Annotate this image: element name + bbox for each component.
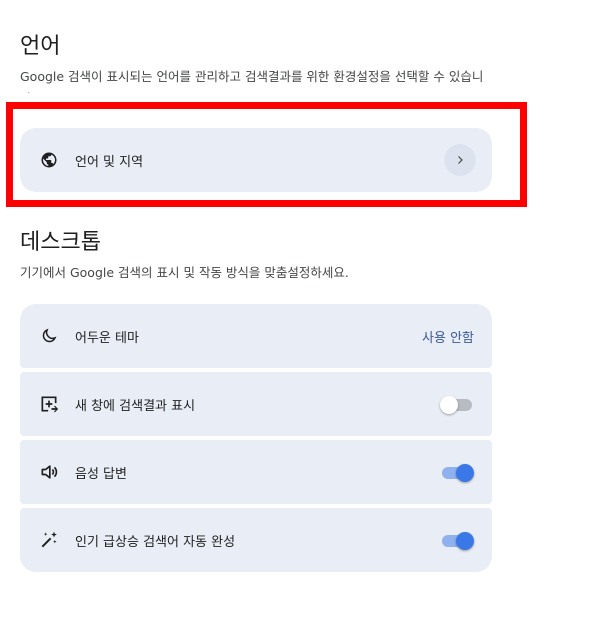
moon-icon	[39, 326, 59, 346]
globe-icon	[39, 150, 59, 170]
toggle-knob	[456, 532, 474, 550]
language-settings-group: 언어 및 지역	[20, 128, 492, 192]
dark-theme-label: 어두운 테마	[75, 330, 139, 346]
language-section-title: 언어	[20, 34, 61, 59]
language-section-description: Google 검색이 표시되는 언어를 관리하고 검색결과를 위한 환경설정을 …	[20, 66, 495, 93]
desktop-settings-group: 어두운 테마 사용 안함 새 창에 검색결과 표시 음성 답변 인기 급상승 검…	[20, 304, 492, 572]
toggle-knob	[456, 464, 474, 482]
new-window-results-row[interactable]: 새 창에 검색결과 표시	[20, 372, 492, 436]
desktop-section-description: 기기에서 Google 검색의 표시 및 작동 방식을 맞춤설정하세요.	[20, 265, 349, 280]
magic-wand-icon	[39, 530, 59, 550]
new-window-results-toggle[interactable]	[440, 394, 474, 414]
trending-searches-row[interactable]: 인기 급상승 검색어 자동 완성	[20, 508, 492, 572]
trending-searches-toggle[interactable]	[440, 530, 474, 550]
dark-theme-row[interactable]: 어두운 테마 사용 안함	[20, 304, 492, 368]
voice-answers-row[interactable]: 음성 답변	[20, 440, 492, 504]
voice-answers-toggle[interactable]	[440, 462, 474, 482]
trending-searches-label: 인기 급상승 검색어 자동 완성	[75, 534, 236, 550]
new-window-results-label: 새 창에 검색결과 표시	[75, 398, 196, 414]
desktop-section-title: 데스크톱	[20, 230, 101, 255]
language-section-description-text: Google 검색이 표시되는 언어를 관리하고 검색결과를 위한 환경설정을 …	[20, 69, 484, 93]
language-and-region-row[interactable]: 언어 및 지역	[20, 128, 492, 192]
dark-theme-value: 사용 안함	[422, 330, 474, 346]
chevron-right-icon[interactable]	[444, 144, 476, 176]
toggle-knob	[440, 396, 458, 414]
speaker-icon	[39, 462, 59, 482]
voice-answers-label: 음성 답변	[75, 466, 127, 482]
new-window-icon	[39, 394, 59, 414]
language-and-region-label: 언어 및 지역	[75, 154, 144, 170]
